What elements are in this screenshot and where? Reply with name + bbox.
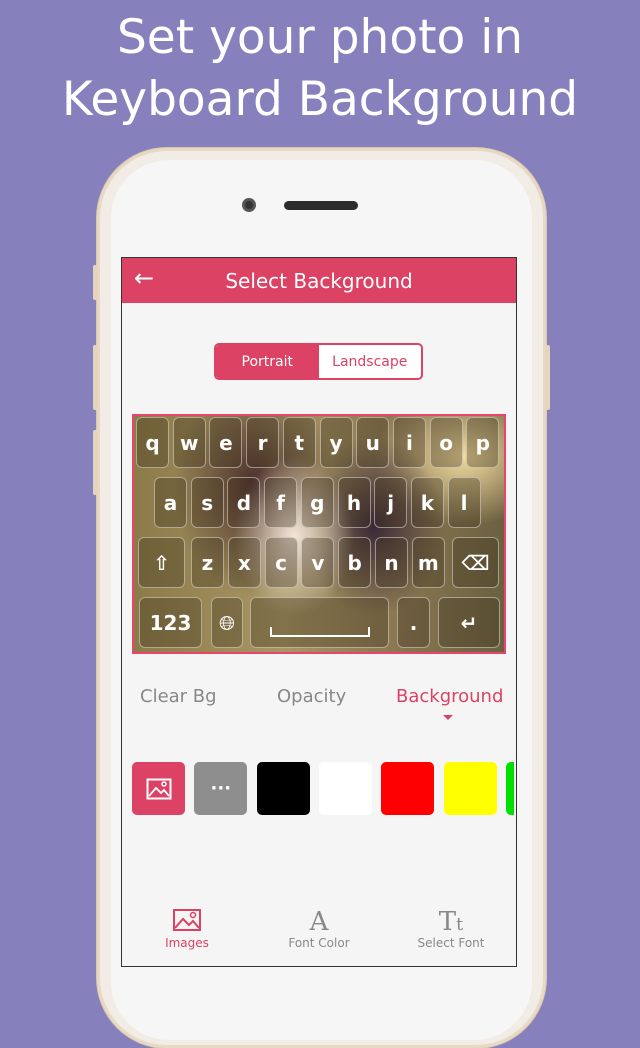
- space-icon: [269, 626, 370, 637]
- key-n[interactable]: n: [375, 537, 408, 588]
- pick-image-swatch[interactable]: [132, 762, 185, 815]
- color-swatch[interactable]: [443, 762, 497, 815]
- key-f[interactable]: f: [264, 477, 298, 528]
- phone-button: [545, 345, 550, 410]
- nav-select-font[interactable]: Tt Select Font: [386, 908, 516, 950]
- shift-key[interactable]: ⇧: [138, 537, 185, 588]
- key-l[interactable]: l: [447, 477, 481, 528]
- globe-key[interactable]: 🌐︎: [211, 597, 243, 648]
- phone-button: [93, 265, 98, 300]
- app-bar: ← Select Background: [122, 258, 516, 303]
- key-o[interactable]: o: [429, 417, 463, 468]
- key-b[interactable]: b: [338, 537, 372, 588]
- key-v[interactable]: v: [301, 537, 335, 588]
- nav-font-color[interactable]: A Font Color: [254, 908, 384, 950]
- color-swatch[interactable]: [381, 762, 435, 815]
- more-icon: ···: [210, 778, 232, 799]
- key-y[interactable]: y: [319, 417, 353, 468]
- key-i[interactable]: i: [392, 417, 426, 468]
- nav-label: Font Color: [288, 936, 350, 950]
- key-c[interactable]: c: [264, 537, 298, 588]
- caret-down-icon: [443, 715, 453, 720]
- key-p[interactable]: p: [466, 417, 500, 468]
- phone-button: [93, 345, 98, 410]
- key-e[interactable]: e: [209, 417, 243, 468]
- key-x[interactable]: x: [227, 537, 261, 588]
- key-q[interactable]: q: [136, 417, 169, 468]
- backspace-icon: ⌫: [461, 550, 490, 575]
- app-screen: ← Select Background Portrait Landscape q…: [121, 257, 517, 967]
- key-m[interactable]: m: [411, 537, 445, 588]
- tab-background[interactable]: Background: [396, 686, 503, 707]
- keyboard-preview: q w e r t y u i o p a s d f g h j k l ⇧ z x c v b n m ⌫ 123 🌐︎. ↵: [132, 414, 506, 654]
- shift-icon: ⇧: [153, 550, 170, 575]
- key-d[interactable]: d: [227, 477, 261, 528]
- key-s[interactable]: s: [190, 477, 224, 528]
- speaker: [284, 201, 358, 210]
- nav-label: Select Font: [417, 936, 485, 950]
- font-color-icon: A: [309, 907, 329, 937]
- key-z[interactable]: z: [191, 537, 224, 588]
- tab-landscape[interactable]: Landscape: [319, 345, 422, 378]
- key-j[interactable]: j: [374, 477, 408, 528]
- key-a[interactable]: a: [154, 477, 187, 528]
- font-icon: Tt: [438, 907, 464, 937]
- enter-icon: ↵: [460, 610, 478, 635]
- orientation-toggle: Portrait Landscape: [214, 343, 423, 380]
- color-swatch[interactable]: [256, 762, 310, 815]
- period-key[interactable]: .: [397, 597, 430, 648]
- enter-key[interactable]: ↵: [438, 597, 500, 648]
- nav-images[interactable]: Images: [122, 908, 252, 950]
- promo-headline-line2: Keyboard Background: [61, 72, 579, 127]
- key-h[interactable]: h: [337, 477, 371, 528]
- page-title: Select Background: [225, 269, 413, 293]
- nav-label: Images: [165, 936, 209, 950]
- key-k[interactable]: k: [410, 477, 444, 528]
- tab-opacity[interactable]: Opacity: [277, 686, 346, 707]
- numbers-key[interactable]: 123: [139, 597, 202, 648]
- options-tabs: Clear Bg Opacity Background: [122, 686, 516, 716]
- tab-clear-bg[interactable]: Clear Bg: [140, 686, 217, 707]
- space-key[interactable]: [250, 597, 389, 648]
- key-r[interactable]: r: [246, 417, 280, 468]
- globe-icon: 🌐︎: [219, 610, 235, 635]
- image-icon: [146, 778, 171, 799]
- color-swatch[interactable]: [505, 762, 514, 815]
- key-t[interactable]: t: [282, 417, 316, 468]
- promo-headline-line1: Set your photo in: [116, 10, 524, 65]
- more-colors-swatch[interactable]: ···: [194, 762, 248, 815]
- backspace-key[interactable]: ⌫: [452, 537, 499, 588]
- color-swatch[interactable]: [318, 762, 372, 815]
- phone-button: [93, 430, 98, 495]
- image-icon: [122, 908, 252, 936]
- tab-portrait[interactable]: Portrait: [216, 345, 319, 378]
- key-w[interactable]: w: [172, 417, 206, 468]
- key-u[interactable]: u: [356, 417, 390, 468]
- camera: [242, 198, 256, 212]
- key-g[interactable]: g: [300, 477, 334, 528]
